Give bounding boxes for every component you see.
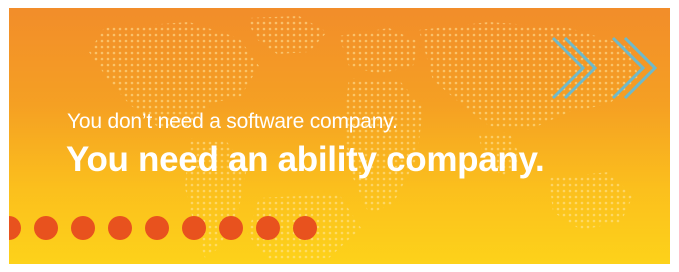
orange-dot-icon <box>145 216 169 240</box>
orange-dot-icon <box>293 216 317 240</box>
orange-dot-icon <box>256 216 280 240</box>
headline: You don’t need a software company. <box>67 110 398 133</box>
page: You don’t need a software company. You n… <box>0 0 679 272</box>
orange-dot-icon <box>9 216 21 240</box>
decorative-dot-row <box>9 216 317 240</box>
orange-dot-icon <box>219 216 243 240</box>
double-chevron-right-icon <box>551 36 658 100</box>
orange-dot-icon <box>108 216 132 240</box>
orange-dot-icon <box>34 216 58 240</box>
subheadline: You need an ability company. <box>66 140 545 179</box>
promo-banner: You don’t need a software company. You n… <box>9 8 670 264</box>
orange-dot-icon <box>182 216 206 240</box>
orange-dot-icon <box>71 216 95 240</box>
